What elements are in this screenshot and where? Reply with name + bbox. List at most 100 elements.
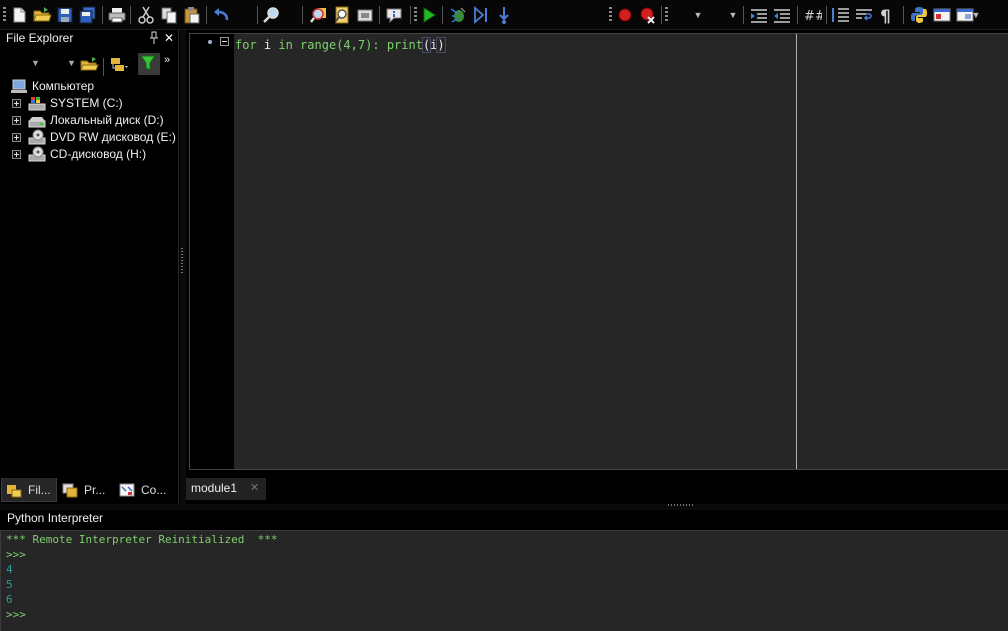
expand-icon[interactable] — [12, 99, 21, 108]
toolbar-separator — [379, 6, 380, 24]
browse-folder-icon[interactable] — [79, 54, 99, 74]
code-editor[interactable]: for i in range(4,7): print(i) — [189, 33, 1008, 470]
paste-icon[interactable] — [182, 5, 202, 25]
path-combo[interactable]: ▼ ▼ — [3, 54, 77, 75]
more-chevron-icon[interactable]: » — [160, 50, 174, 70]
right-edge-marker — [796, 34, 797, 469]
save-icon[interactable] — [55, 5, 75, 25]
undo-icon[interactable] — [211, 5, 231, 25]
chevron-down-icon[interactable]: ▼ — [688, 5, 708, 25]
breakpoint-icon[interactable] — [615, 5, 635, 25]
toolbar-separator — [130, 6, 131, 24]
code-explorer-tab-icon — [119, 482, 135, 498]
file-tree: Компьютер SYSTEM (C:) Локальный диск (D:… — [0, 78, 178, 163]
toolbar-separator — [103, 58, 104, 76]
find-icon[interactable] — [262, 5, 282, 25]
tree-item-computer[interactable]: Компьютер — [0, 78, 178, 95]
python-icon[interactable] — [909, 5, 929, 25]
hard-drive-icon — [28, 112, 46, 129]
cd-drive-icon — [28, 146, 46, 163]
close-icon[interactable]: ✕ — [162, 30, 176, 46]
filter-icon[interactable] — [138, 53, 160, 75]
editor-tab-bar: module1 ✕ — [186, 473, 1008, 504]
chevron-down-icon[interactable]: ▼ — [723, 5, 743, 25]
tree-item-label: Компьютер — [32, 79, 95, 93]
step-over-icon[interactable] — [494, 5, 514, 25]
console-prompt[interactable]: >>> — [6, 607, 26, 622]
save-all-icon[interactable] — [78, 5, 98, 25]
new-file-icon[interactable] — [9, 5, 29, 25]
pilcrow-icon[interactable]: ¶ — [877, 5, 897, 25]
debug-icon[interactable] — [448, 5, 468, 25]
toolbar-grip[interactable] — [665, 7, 668, 23]
tree-item-drive-d[interactable]: Локальный диск (D:) — [0, 112, 178, 129]
dedent-icon[interactable] — [772, 5, 792, 25]
toolbar-grip[interactable] — [414, 7, 417, 23]
code-line[interactable]: for i in range(4,7): print(i) — [235, 37, 446, 53]
expand-icon[interactable] — [12, 150, 21, 159]
toolbar-separator — [442, 6, 443, 24]
indent-icon[interactable] — [749, 5, 769, 25]
toolbar-separator — [826, 6, 827, 24]
tree-item-drive-c[interactable]: SYSTEM (C:) — [0, 95, 178, 112]
toolbar-separator — [102, 6, 103, 24]
comment-icon[interactable]: ## — [802, 5, 822, 25]
goto-icon[interactable] — [355, 5, 375, 25]
tree-item-drive-h[interactable]: CD-дисковод (H:) — [0, 146, 178, 163]
wrap-icon[interactable] — [854, 5, 874, 25]
expand-icon[interactable] — [12, 116, 21, 125]
python-interpreter-console[interactable]: *** Remote Interpreter Reinitialized ***… — [0, 530, 1008, 631]
tree-item-label: Локальный диск (D:) — [50, 113, 164, 127]
interpreter-title: Python Interpreter — [0, 510, 1008, 528]
fold-collapse-icon[interactable] — [220, 37, 229, 46]
open-folder-icon[interactable] — [32, 5, 52, 25]
svg-text:¶: ¶ — [880, 7, 891, 25]
panel-tabs: Fil... Pr... Co... — [0, 476, 179, 504]
close-tab-icon[interactable]: ✕ — [250, 481, 259, 494]
find-in-files-icon[interactable] — [309, 5, 329, 25]
copy-icon[interactable] — [159, 5, 179, 25]
tab-label: Pr... — [84, 483, 106, 497]
file-explorer-tab-icon — [6, 482, 22, 498]
folder-view-icon[interactable] — [109, 54, 129, 74]
bookmark-dot-icon — [208, 40, 212, 44]
step-into-icon[interactable] — [471, 5, 491, 25]
tab-file-explorer[interactable]: Fil... — [1, 478, 57, 502]
cut-icon[interactable] — [136, 5, 156, 25]
toolbar-grip[interactable] — [3, 7, 6, 23]
expand-icon[interactable] — [12, 133, 21, 142]
console-output: 6 — [6, 593, 13, 606]
run-icon[interactable] — [419, 5, 439, 25]
window-icon[interactable] — [932, 5, 952, 25]
project-tab-icon — [62, 482, 78, 498]
tab-module1[interactable]: module1 ✕ — [186, 478, 266, 500]
toolbar-grip[interactable] — [609, 7, 612, 23]
tab-code-explorer[interactable]: Co... — [115, 478, 177, 502]
chevron-down-icon: ▼ — [31, 58, 40, 68]
replace-icon[interactable] — [332, 5, 352, 25]
computer-icon — [10, 78, 28, 95]
tab-label: module1 — [191, 481, 238, 495]
console-prompt: >>> — [6, 548, 26, 561]
list-icon[interactable] — [831, 5, 851, 25]
explorer-toolbar: ▼ ▼ » — [0, 50, 179, 80]
tab-label: Co... — [141, 483, 167, 497]
console-output: 4 — [6, 563, 13, 576]
pin-icon[interactable] — [149, 31, 159, 45]
toolbar-separator — [206, 6, 207, 24]
system-drive-icon — [28, 95, 46, 112]
clear-breakpoints-icon[interactable] — [638, 5, 658, 25]
chevron-down-icon[interactable]: ▼ — [970, 5, 982, 25]
tree-item-label: DVD RW дисковод (E:) — [50, 130, 176, 144]
toolbar-separator — [743, 6, 744, 24]
editor-area: for i in range(4,7): print(i) — [186, 30, 1008, 473]
toolbar-separator — [302, 6, 303, 24]
tree-item-label: SYSTEM (C:) — [50, 96, 123, 110]
tab-project[interactable]: Pr... — [58, 478, 114, 502]
info-icon[interactable] — [384, 5, 404, 25]
tab-label: Fil... — [28, 483, 51, 497]
tree-item-drive-e[interactable]: DVD RW дисковод (E:) — [0, 129, 178, 146]
print-icon[interactable] — [107, 5, 127, 25]
toolbar-separator — [797, 6, 798, 24]
tree-item-label: CD-дисковод (H:) — [50, 147, 147, 161]
